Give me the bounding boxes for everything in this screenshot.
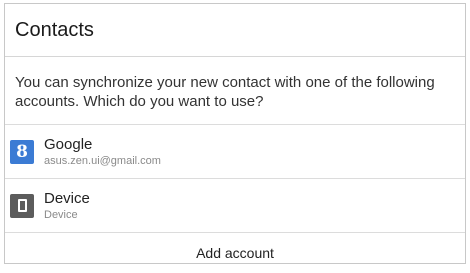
account-name: Google bbox=[44, 135, 93, 153]
contacts-dialog: Contacts You can synchronize your new co… bbox=[4, 3, 466, 264]
account-detail: asus.zen.ui@gmail.com bbox=[44, 154, 161, 167]
dialog-title: Contacts bbox=[5, 4, 465, 57]
account-name: Device bbox=[44, 189, 90, 207]
account-option-google[interactable]: 8 Google asus.zen.ui@gmail.com bbox=[5, 125, 465, 179]
account-text: Device Device bbox=[44, 189, 90, 223]
dialog-message: You can synchronize your new contact wit… bbox=[5, 57, 465, 125]
account-option-device[interactable]: Device Device bbox=[5, 179, 465, 233]
phone-glyph bbox=[17, 199, 27, 212]
account-text: Google asus.zen.ui@gmail.com bbox=[44, 135, 161, 169]
google-icon: 8 bbox=[10, 139, 34, 164]
device-icon bbox=[10, 193, 34, 218]
add-account-button[interactable]: Add account bbox=[5, 233, 465, 273]
account-detail: Device bbox=[44, 208, 78, 221]
